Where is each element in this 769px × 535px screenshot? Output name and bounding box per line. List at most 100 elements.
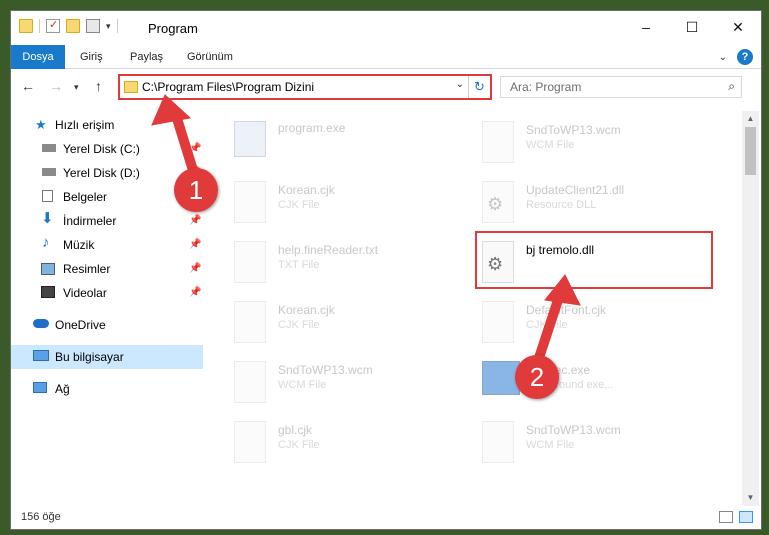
folder-icon (124, 81, 138, 93)
nav-label: Hızlı erişim (55, 118, 115, 132)
callout-one: 1 (174, 168, 218, 212)
file-tile[interactable]: gbl.cjk CJK File (206, 417, 442, 473)
file-name: Korean.cjk (278, 303, 335, 317)
nav-label: Bu bilgisayar (55, 350, 124, 364)
file-name: Korean.cjk (278, 183, 335, 197)
explorer-window: ▾ Program – ☐ ✕ Dosya Giriş Paylaş Görün… (10, 10, 762, 530)
folder-icon (19, 19, 33, 33)
nav-item-videos[interactable]: Videolar 📌 (11, 281, 203, 305)
properties-check-icon[interactable] (46, 18, 60, 33)
picture-icon (41, 263, 55, 275)
tab-view[interactable]: Görünüm (187, 45, 233, 69)
file-name: UpdateClient21.dll (526, 183, 625, 197)
maximize-button[interactable]: ☐ (669, 11, 715, 43)
tiles-view-icon[interactable] (739, 511, 753, 523)
gear-file-icon: ⚙ (482, 181, 514, 223)
pin-icon[interactable]: 📌 (189, 239, 201, 250)
title-bar: ▾ Program – ☐ ✕ (11, 11, 761, 43)
search-icon[interactable]: ⌕ (728, 79, 735, 94)
file-type: CJK File (278, 439, 320, 451)
nav-item-onedrive[interactable]: OneDrive (11, 313, 203, 337)
file-type: WCM File (278, 379, 327, 391)
cloud-icon (33, 319, 49, 328)
details-view-icon[interactable] (719, 511, 733, 523)
file-type: TXT File (278, 259, 320, 271)
window-title: Program (148, 21, 198, 36)
file-tile[interactable]: Korean.cjk CJK File (206, 297, 442, 353)
nav-item-local-disk-d[interactable]: Yerel Disk (D:) 📌 (11, 161, 203, 185)
address-path[interactable]: C:\Program Files\Program Dizini (142, 80, 314, 94)
pin-icon[interactable]: 📌 (189, 143, 201, 154)
file-type: CJK File (526, 319, 568, 331)
tab-home[interactable]: Giriş (80, 45, 103, 69)
file-tile[interactable]: BgExec.exe background exe... (454, 357, 690, 413)
file-icon (482, 421, 514, 463)
back-arrow-icon[interactable]: ← (21, 78, 35, 94)
scroll-up-icon[interactable]: ▲ (742, 111, 759, 127)
navigation-row: ← → ▾ ↑ C:\Program Files\Program Dizini … (11, 71, 761, 103)
file-icon (234, 181, 266, 223)
file-type: WCM File (526, 439, 575, 451)
up-arrow-icon[interactable]: ↑ (95, 78, 102, 94)
nav-label: OneDrive (55, 318, 106, 332)
vertical-scrollbar[interactable]: ▲ ▼ (742, 111, 759, 506)
address-bar[interactable]: C:\Program Files\Program Dizini ⌄ ↻ (118, 74, 492, 100)
new-folder-icon[interactable] (66, 19, 80, 33)
refresh-button[interactable]: ↻ (468, 76, 490, 98)
file-name: help.fineReader.txt (278, 243, 379, 257)
document-icon (42, 190, 53, 202)
file-tile[interactable]: SndToWP13.wcm WCM File (454, 117, 690, 173)
file-tile[interactable]: ⚙ UpdateClient21.dll Resource DLL (454, 177, 690, 233)
nav-item-pictures[interactable]: Resimler 📌 (11, 257, 203, 281)
nav-label: Belgeler (63, 190, 108, 204)
customize-dropdown-icon[interactable]: ▾ (106, 21, 111, 32)
ribbon-right: ⌄ ? (719, 49, 753, 65)
file-tile[interactable]: SndToWP13.wcm WCM File (206, 357, 442, 413)
tab-share[interactable]: Paylaş (130, 45, 163, 69)
pin-icon[interactable]: 📌 (189, 263, 201, 274)
file-tile[interactable]: Korean.cjk CJK File (206, 177, 442, 233)
file-tile[interactable]: program.exe (206, 117, 442, 173)
callout-two: 2 (515, 355, 559, 399)
nav-item-network[interactable]: Ağ (11, 377, 203, 401)
search-box[interactable]: Ara: Program ⌕ (500, 76, 742, 98)
separator (39, 19, 40, 33)
search-placeholder[interactable]: Ara: Program (510, 80, 581, 94)
help-icon[interactable]: ? (737, 49, 753, 65)
nav-item-local-disk-c[interactable]: Yerel Disk (C:) 📌 (11, 137, 203, 161)
nav-item-downloads[interactable]: ⬇ İndirmeler 📌 (11, 209, 203, 233)
nav-label: Yerel Disk (D:) (63, 166, 140, 180)
network-icon (33, 382, 47, 393)
file-tile[interactable]: DefaultFont.cjk CJK File (454, 297, 690, 353)
view-buttons (719, 511, 753, 523)
computer-icon (33, 350, 49, 361)
status-bar: 156 öğe (11, 507, 761, 529)
scroll-thumb[interactable] (745, 127, 756, 175)
nav-label: Yerel Disk (C:) (63, 142, 140, 156)
gear-icon: ⚙ (487, 194, 504, 214)
file-icon (482, 121, 514, 163)
file-tile[interactable]: SndToWP13.wcm WCM File (454, 417, 690, 473)
forward-arrow-icon[interactable]: → (49, 78, 63, 94)
drive-icon (42, 144, 56, 152)
nav-item-quick-access[interactable]: ★ Hızlı erişim (11, 113, 203, 137)
expand-ribbon-icon[interactable]: ⌄ (719, 52, 727, 63)
close-button[interactable]: ✕ (715, 11, 761, 43)
address-dropdown-icon[interactable]: ⌄ (456, 79, 464, 90)
item-count: 156 öğe (21, 511, 61, 523)
nav-label: Resimler (63, 262, 111, 276)
nav-item-this-pc[interactable]: Bu bilgisayar (11, 345, 203, 369)
scroll-down-icon[interactable]: ▼ (742, 490, 759, 506)
recent-locations-icon[interactable]: ▾ (74, 82, 79, 93)
navigation-pane: ★ Hızlı erişim Yerel Disk (C:) 📌 Yerel D… (11, 111, 203, 501)
pin-icon[interactable]: 📌 (189, 215, 201, 226)
file-type: CJK File (278, 319, 320, 331)
properties-icon[interactable] (86, 19, 100, 33)
file-tile[interactable]: help.fineReader.txt TXT File (206, 237, 442, 293)
nav-item-music[interactable]: ♪ Müzik 📌 (11, 233, 203, 257)
pin-icon[interactable]: 📌 (189, 287, 201, 298)
executable-icon (234, 121, 266, 157)
tab-file[interactable]: Dosya (11, 45, 65, 69)
minimize-button[interactable]: – (623, 11, 669, 43)
file-name: program.exe (278, 121, 346, 135)
